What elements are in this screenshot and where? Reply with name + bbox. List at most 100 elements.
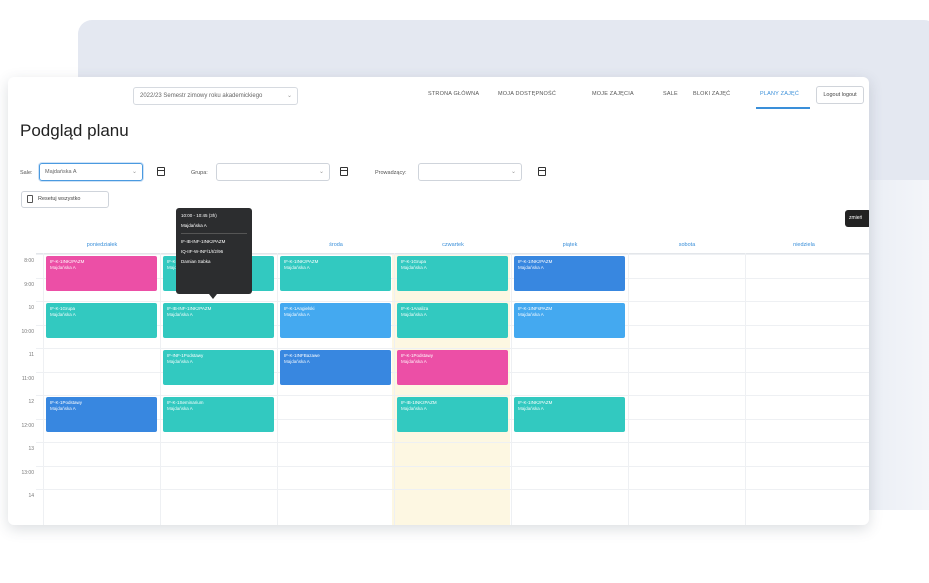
today-column — [392, 254, 510, 525]
calendar-event[interactable]: IF-K-1Grupa Majdańska A — [397, 256, 508, 292]
clear-all-button[interactable]: Resetuj wszystko — [21, 191, 109, 208]
day-header: sobota — [678, 242, 696, 248]
tooltip-teacher: Damian Sabka — [181, 259, 211, 264]
row-divider — [36, 465, 869, 467]
row-divider — [36, 254, 869, 255]
time-label: 11 — [28, 352, 34, 358]
room-select-value: Majdańska A — [45, 169, 77, 175]
event-room: Majdańska A — [167, 312, 193, 317]
event-room: Majdańska A — [401, 359, 427, 364]
calendar-event[interactable]: IF-K-1Podstawy Majdańska A — [397, 350, 508, 386]
calendar-event[interactable]: IF-INF-1Podstawy Majdańska A — [163, 350, 274, 386]
day-header: czwartek — [442, 242, 464, 248]
time-label: 10:00 — [21, 328, 34, 335]
calendar-event[interactable]: IF-K-1Analiza Majdańska A — [397, 303, 508, 339]
calendar-event[interactable]: IF-K-1Seminarium Majdańska A — [163, 397, 274, 433]
group-filter-label: Grupa: — [191, 170, 208, 176]
nav-class-blocks[interactable]: BLOKI ZAJĘĆ — [693, 91, 730, 97]
event-room: Majdańska A — [401, 265, 427, 270]
row-divider — [36, 395, 869, 396]
day-header: poniedziałek — [86, 242, 118, 248]
event-room: Majdańska A — [167, 406, 193, 411]
background-fade — [860, 180, 929, 510]
tooltip-divider — [181, 233, 247, 234]
time-label: 13:00 — [21, 469, 34, 476]
page-title: Podgląd planu — [20, 121, 129, 140]
chevron-down-icon: ⌄ — [510, 169, 516, 175]
calendar-event[interactable]: IF-K-1Podstawy Majdańska A — [46, 397, 157, 433]
column-divider — [628, 253, 629, 525]
time-label: 14 — [28, 493, 34, 499]
academic-year-select[interactable]: 2022/23 Semestr zimowy roku akademickieg… — [133, 87, 298, 105]
event-room: Majdańska A — [50, 265, 76, 270]
event-room: Majdańska A — [284, 312, 310, 317]
row-divider — [36, 442, 869, 443]
event-room: Majdańska A — [284, 265, 310, 270]
column-divider — [277, 253, 278, 525]
column-divider — [511, 253, 512, 525]
calendar-event[interactable]: IF-K-1INFsPAZM Majdańska A — [514, 303, 625, 339]
event-tooltip: 10:00 - 10:45 (3h) Majdańska A IF-IB-INF… — [176, 208, 252, 294]
calendar-icon[interactable] — [157, 167, 165, 176]
calendar-event[interactable]: IF-K-1Angielski Majdańska A — [280, 303, 391, 339]
event-room: Majdańska A — [284, 359, 310, 364]
active-tab-indicator — [756, 107, 810, 109]
logout-button[interactable]: Logout logout — [816, 86, 864, 104]
room-select[interactable]: Majdańska A ⌄ — [39, 163, 143, 181]
tooltip-time: 10:00 - 10:45 (3h) — [181, 213, 217, 218]
time-label: 9:00 — [24, 281, 34, 288]
teacher-select[interactable]: ⌄ — [418, 163, 522, 181]
event-room: Majdańska A — [50, 406, 76, 411]
day-header: niedziela — [793, 242, 815, 248]
calendar-event[interactable]: IF-K-1INKzPAZM Majdańska A — [280, 256, 391, 292]
column-divider — [43, 253, 44, 525]
calendar-event[interactable]: IF-K-1INKzPAZM Majdańska A — [514, 256, 625, 292]
group-select[interactable]: ⌄ — [216, 163, 330, 181]
nav-my-classes[interactable]: MOJE ZAJĘCIA — [592, 91, 634, 97]
trash-icon — [27, 195, 33, 203]
calendar-event[interactable]: IF-K-1INKzPAZM Majdańska A — [46, 256, 157, 292]
top-navigation: 2022/23 Semestr zimowy roku akademickieg… — [8, 77, 869, 111]
nav-home[interactable]: STRONA GŁÓWNA — [428, 91, 479, 97]
row-divider — [36, 348, 869, 349]
event-room: Majdańska A — [518, 406, 544, 411]
event-room: Majdańska A — [401, 312, 427, 317]
nav-schedules[interactable]: PLANY ZAJĘĆ — [760, 91, 799, 97]
time-label: 13 — [28, 446, 34, 452]
calendar-event[interactable]: IF-K-1Grupa Majdańska A — [46, 303, 157, 339]
calendar-event[interactable]: IF-IB-1INKzPAZM Majdańska A — [397, 397, 508, 433]
tooltip-group: IF-IB-INF-1INKzPAZM — [181, 239, 226, 244]
time-label: 12:00 — [21, 422, 34, 429]
time-label: 10 — [28, 305, 34, 311]
event-room: Majdańska A — [518, 265, 544, 270]
tooltip-room: Majdańska A — [181, 223, 207, 228]
row-divider — [36, 489, 869, 490]
schedule-grid: poniedziałekwtorekśrodaczwartekpiąteksob… — [8, 237, 869, 525]
calendar-icon[interactable] — [340, 167, 348, 176]
calendar-event[interactable]: IF-IB-INF-1INKzPAZM Majdańska A — [163, 303, 274, 339]
event-room: Majdańska A — [401, 406, 427, 411]
side-action-button[interactable]: zmień — [845, 210, 869, 227]
column-divider — [745, 253, 746, 525]
column-divider — [394, 253, 395, 525]
room-filter-label: Sale: — [20, 170, 33, 176]
chevron-down-icon: ⌄ — [286, 93, 292, 99]
calendar-icon[interactable] — [538, 167, 546, 176]
tooltip-arrow — [209, 294, 217, 299]
nav-my-availability[interactable]: MOJA DOSTĘPNOŚĆ — [498, 91, 556, 97]
day-header: piątek — [562, 242, 578, 248]
nav-rooms[interactable]: SALE — [663, 91, 678, 97]
app-window: 2022/23 Semestr zimowy roku akademickieg… — [8, 77, 869, 525]
event-room: Majdańska A — [167, 359, 193, 364]
row-divider — [36, 301, 869, 302]
time-label: 11:00 — [21, 375, 34, 382]
tooltip-course: IQ-IIF-W-INF/1/I/2/96 — [181, 249, 224, 254]
chevron-down-icon: ⌄ — [131, 169, 137, 175]
event-room: Majdańska A — [50, 312, 76, 317]
time-label: 8:00 — [24, 258, 34, 264]
teacher-filter-label: Prowadzący: — [375, 170, 407, 176]
calendar-event[interactable]: IF-K-1INFBazawe Majdańska A — [280, 350, 391, 386]
event-room: Majdańska A — [518, 312, 544, 317]
calendar-event[interactable]: IF-K-1INKzPAZM Majdańska A — [514, 397, 625, 433]
column-divider — [160, 253, 161, 525]
